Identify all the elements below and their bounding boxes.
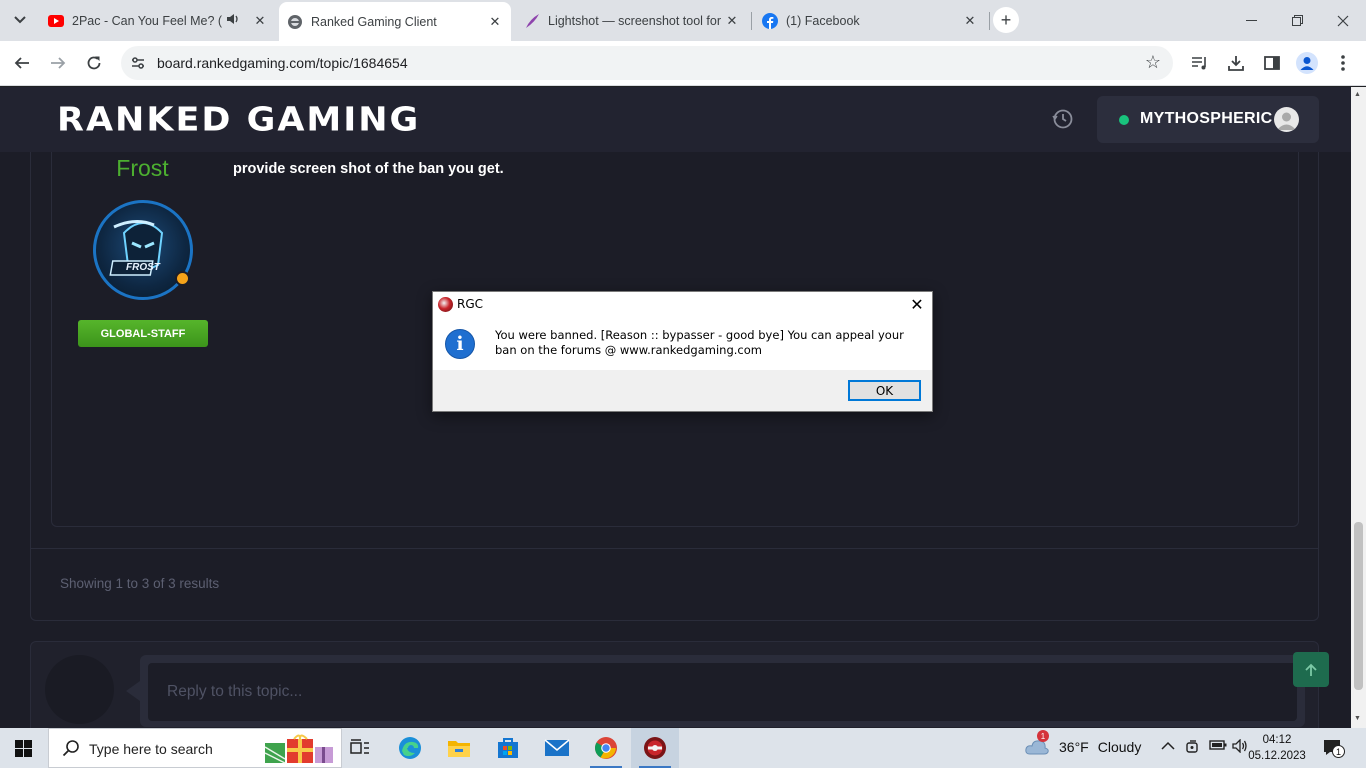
avatar-label: FROST <box>126 262 160 273</box>
scroll-down-arrow-icon[interactable]: ▼ <box>1354 715 1361 722</box>
profile-avatar-icon[interactable] <box>1295 51 1319 75</box>
notification-count: 1 <box>1332 745 1345 758</box>
dialog-close-icon[interactable]: ✕ <box>903 294 931 316</box>
restore-icon[interactable] <box>1274 0 1320 41</box>
task-view-icon[interactable] <box>336 728 384 768</box>
edge-browser-icon[interactable] <box>386 728 434 768</box>
tab-ranked-gaming[interactable]: Ranked Gaming Client ✕ <box>279 2 511 41</box>
rgc-icon <box>287 14 303 30</box>
show-hidden-icons-chevron-icon[interactable] <box>1161 739 1175 754</box>
post-body-text: provide screen shot of the ban you get. <box>233 161 504 177</box>
reload-icon[interactable] <box>80 49 108 77</box>
user-menu-button[interactable]: MYTHOSPHERIC <box>1097 96 1319 143</box>
site-header: RANKED GAMING MYTHOSPHERIC <box>0 87 1351 152</box>
reply-input[interactable] <box>148 663 1297 721</box>
browser-menu-icon[interactable] <box>1331 51 1355 75</box>
tab-search-chevron-icon[interactable] <box>8 8 32 32</box>
battery-icon[interactable] <box>1209 739 1227 754</box>
ban-message-dialog: RGC ✕ i You were banned. [Reason :: bypa… <box>432 291 933 412</box>
windows-taskbar: Type here to search 1 36°F Cloudy 04:12 … <box>0 728 1366 768</box>
tab-separator <box>751 12 752 30</box>
site-info-icon[interactable] <box>130 55 146 71</box>
tab-title: 2Pac - Can You Feel Me? (2001) <box>72 13 222 28</box>
address-bar[interactable]: board.rankedgaming.com/topic/1684654 ☆ <box>121 46 1173 80</box>
rgc-taskbar-icon[interactable] <box>631 728 679 768</box>
cloudy-weather-icon: 1 <box>1025 730 1049 756</box>
tab-lightshot[interactable]: Lightshot — screenshot tool for Mac & Wi… <box>516 6 748 35</box>
lightshot-feather-icon <box>524 13 540 29</box>
scroll-to-top-button[interactable] <box>1293 652 1329 687</box>
away-status-dot <box>175 271 190 286</box>
clock-time: 04:12 <box>1262 734 1292 746</box>
volume-icon[interactable] <box>1232 738 1248 756</box>
scroll-up-arrow-icon[interactable]: ▲ <box>1354 91 1361 98</box>
mail-icon[interactable] <box>533 728 581 768</box>
arrow-up-icon <box>1305 663 1317 676</box>
dialog-body: i You were banned. [Reason :: bypasser -… <box>433 318 932 370</box>
ok-button[interactable]: OK <box>848 380 921 401</box>
online-status-dot <box>1119 115 1129 125</box>
weather-widget[interactable]: 1 36°F Cloudy <box>1025 730 1142 756</box>
download-icon[interactable] <box>1224 51 1248 75</box>
user-avatar-icon <box>1274 107 1299 132</box>
dialog-title: RGC <box>457 297 484 311</box>
rgc-app-icon <box>438 297 453 312</box>
browser-toolbar: board.rankedgaming.com/topic/1684654 ☆ <box>0 41 1366 86</box>
meet-now-camera-icon[interactable] <box>1186 739 1200 758</box>
gift-boxes-icon[interactable] <box>263 733 335 765</box>
browser-tab-strip: 2Pac - Can You Feel Me? (2001) ✕ Ranked … <box>0 0 1366 41</box>
chrome-taskbar-icon[interactable] <box>582 728 630 768</box>
tab-title: Ranked Gaming Client <box>311 14 437 29</box>
microsoft-store-icon[interactable] <box>484 728 532 768</box>
weather-badge: 1 <box>1037 730 1049 742</box>
minimize-icon[interactable] <box>1228 0 1274 41</box>
new-tab-button[interactable]: + <box>993 7 1019 33</box>
post-author-name[interactable]: Frost <box>60 155 225 182</box>
close-tab-icon[interactable]: ✕ <box>724 13 740 29</box>
info-icon: i <box>445 329 475 359</box>
reply-user-avatar <box>45 655 114 724</box>
close-tab-icon[interactable]: ✕ <box>487 14 503 30</box>
speaker-icon[interactable] <box>226 13 244 28</box>
url-text: board.rankedgaming.com/topic/1684654 <box>157 55 408 71</box>
system-clock[interactable]: 04:12 05.12.2023 <box>1247 732 1307 764</box>
clock-date: 05.12.2023 <box>1248 750 1306 762</box>
search-placeholder: Type here to search <box>89 741 213 757</box>
search-icon <box>62 739 80 762</box>
youtube-icon <box>48 13 64 29</box>
tab-youtube[interactable]: 2Pac - Can You Feel Me? (2001) ✕ <box>40 6 276 35</box>
forward-arrow-icon[interactable] <box>44 49 72 77</box>
username: MYTHOSPHERIC <box>1140 110 1273 127</box>
notification-center-icon[interactable]: 1 <box>1323 739 1345 758</box>
divider <box>31 548 1318 549</box>
page-scrollbar[interactable]: ▲ ▼ <box>1351 87 1366 728</box>
tab-facebook[interactable]: (1) Facebook ✕ <box>754 6 986 35</box>
dialog-message: You were banned. [Reason :: bypasser - g… <box>495 328 904 357</box>
media-control-icon[interactable] <box>1188 51 1212 75</box>
close-tab-icon[interactable]: ✕ <box>962 13 978 29</box>
side-panel-icon[interactable] <box>1260 51 1284 75</box>
scrollbar-thumb[interactable] <box>1354 522 1363 690</box>
history-clock-icon[interactable] <box>1052 108 1074 130</box>
taskbar-search-box[interactable]: Type here to search <box>48 728 342 768</box>
tab-separator <box>989 12 990 30</box>
results-count: Showing 1 to 3 of 3 results <box>60 576 220 591</box>
windows-start-icon[interactable] <box>15 740 32 757</box>
reply-pointer <box>126 681 140 701</box>
facebook-icon <box>762 12 778 29</box>
tab-title: Lightshot — screenshot tool for Mac & Wi… <box>548 13 724 28</box>
bookmark-star-icon[interactable]: ☆ <box>1145 52 1161 73</box>
window-close-icon[interactable] <box>1320 0 1366 41</box>
close-tab-icon[interactable]: ✕ <box>252 13 268 29</box>
back-arrow-icon[interactable] <box>8 49 36 77</box>
weather-condition: Cloudy <box>1097 739 1142 755</box>
role-badge: GLOBAL-STAFF <box>78 320 208 347</box>
file-explorer-icon[interactable] <box>435 728 483 768</box>
weather-temperature: 36°F <box>1059 739 1089 755</box>
tab-title: (1) Facebook <box>786 13 860 28</box>
site-logo[interactable]: RANKED GAMING <box>57 101 420 139</box>
dialog-titlebar[interactable]: RGC ✕ <box>433 292 932 318</box>
